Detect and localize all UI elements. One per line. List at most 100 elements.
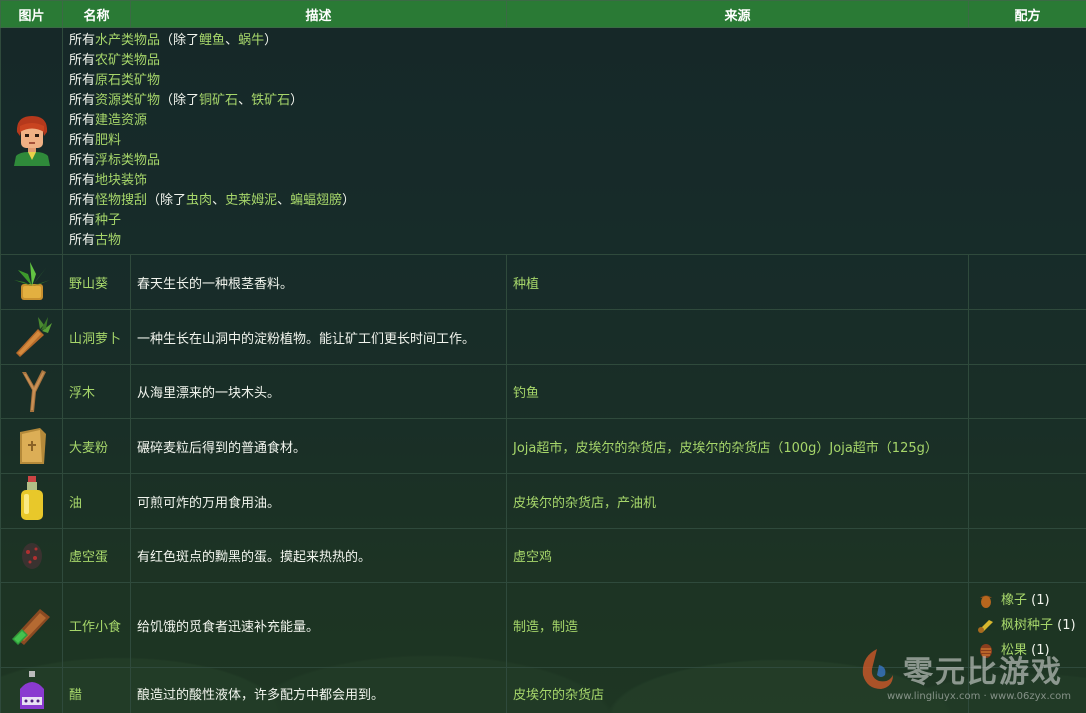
item-description: 一种生长在山洞中的淀粉植物。能让矿工们更长时间工作。 xyxy=(130,309,507,365)
item-image-cell xyxy=(0,528,63,583)
category-link[interactable]: 建造资源 xyxy=(95,113,147,128)
category-line: 所有水产类物品（除了鲤鱼、蜗牛） xyxy=(69,31,1080,51)
item-name[interactable]: 醋 xyxy=(62,667,131,713)
category-link[interactable]: 古物 xyxy=(95,233,121,248)
item-source[interactable]: 种植 xyxy=(506,254,969,310)
exception-link[interactable]: 蜗牛 xyxy=(238,33,264,48)
category-list-cell: 所有水产类物品（除了鲤鱼、蜗牛） 所有农矿类物品 所有原石类矿物 所有资源类矿物（除了… xyxy=(62,27,1086,255)
item-recipe xyxy=(968,667,1086,713)
item-image-cell xyxy=(0,473,63,529)
item-recipe xyxy=(968,418,1086,474)
header-name: 名称 xyxy=(62,0,131,28)
field-snack-icon xyxy=(11,609,50,645)
item-source[interactable]: 虚空鸡 xyxy=(506,528,969,583)
item-description: 有红色斑点的黝黑的蛋。摸起来热热的。 xyxy=(130,528,507,583)
category-line: 所有怪物搜刮（除了虫肉、史莱姆泥、蝙蝠翅膀） xyxy=(69,191,1080,211)
item-image-cell xyxy=(0,309,63,365)
item-description: 春天生长的一种根茎香料。 xyxy=(130,254,507,310)
pine-cone-icon xyxy=(980,644,992,658)
item-description: 碾碎麦粒后得到的普通食材。 xyxy=(130,418,507,474)
category-link[interactable]: 怪物搜刮 xyxy=(95,193,147,208)
item-name[interactable]: 工作小食 xyxy=(62,582,131,668)
vinegar-icon xyxy=(19,670,44,709)
header-recipe: 配方 xyxy=(968,0,1086,28)
oil-bottle-icon xyxy=(20,476,43,520)
item-image-cell xyxy=(0,582,63,668)
category-prefix: 所有 xyxy=(69,213,96,228)
item-table: 图片 名称 描述 来源 配方 所有水产类物品（除了鲤鱼、蜗牛） 所有农矿类物品 … xyxy=(0,0,1086,713)
category-link[interactable]: 水产类物品 xyxy=(95,33,160,48)
table-row: 所有水产类物品（除了鲤鱼、蜗牛） 所有农矿类物品 所有原石类矿物 所有资源类矿物（除了… xyxy=(0,27,1086,255)
item-image-cell xyxy=(0,364,63,419)
category-prefix: 所有 xyxy=(69,133,96,148)
table-row: 虚空蛋 有红色斑点的黝黑的蛋。摸起来热热的。 虚空鸡 xyxy=(0,528,1086,583)
recipe-ingredient[interactable]: 橡子 (1) xyxy=(977,588,1080,613)
exception-open: （除了 xyxy=(147,193,187,208)
item-name[interactable]: 虚空蛋 xyxy=(62,528,131,583)
item-image-cell xyxy=(0,418,63,474)
exception-link[interactable]: 铁矿石 xyxy=(251,93,290,108)
category-link[interactable]: 资源类矿物 xyxy=(95,93,160,108)
category-prefix: 所有 xyxy=(69,233,96,248)
ingredient-name: 枫树种子 xyxy=(1001,617,1054,633)
ingredient-qty: (1) xyxy=(1031,642,1050,658)
item-source[interactable]: 钓鱼 xyxy=(506,364,969,419)
table-row: 野山葵 春天生长的一种根茎香料。 种植 xyxy=(0,254,1086,310)
category-line: 所有种子 xyxy=(69,211,1080,231)
item-recipe xyxy=(968,473,1086,529)
item-name[interactable]: 大麦粉 xyxy=(62,418,131,474)
exception-link[interactable]: 虫肉 xyxy=(186,193,212,208)
exception-link[interactable]: 史莱姆泥 xyxy=(225,193,277,208)
ingredient-name: 橡子 xyxy=(1001,592,1028,608)
table-row: 山洞萝卜 一种生长在山洞中的淀粉植物。能让矿工们更长时间工作。 xyxy=(0,309,1086,365)
maple-seed-icon xyxy=(978,620,993,633)
category-link[interactable]: 肥料 xyxy=(95,133,121,148)
item-recipe xyxy=(968,309,1086,365)
item-source[interactable]: 制造，制造 xyxy=(506,582,969,668)
header-source: 来源 xyxy=(506,0,969,28)
category-prefix: 所有 xyxy=(69,73,96,88)
table-row: 浮木 从海里漂来的一块木头。 钓鱼 xyxy=(0,364,1086,419)
header-image: 图片 xyxy=(0,0,63,28)
item-source[interactable]: Joja超市，皮埃尔的杂货店，皮埃尔的杂货店（100g）Joja超市（125g） xyxy=(506,418,969,474)
page: 图片 名称 描述 来源 配方 所有水产类物品（除了鲤鱼、蜗牛） 所有农矿类物品 … xyxy=(0,0,1086,713)
cave-carrot-icon xyxy=(15,317,52,357)
category-link[interactable]: 种子 xyxy=(95,213,121,228)
item-name[interactable]: 浮木 xyxy=(62,364,131,419)
ingredient-qty: (1) xyxy=(1031,592,1050,608)
item-name[interactable]: 野山葵 xyxy=(62,254,131,310)
character-portrait-cell xyxy=(0,27,63,255)
list-separator: 、 xyxy=(238,93,252,108)
category-link[interactable]: 地块装饰 xyxy=(95,173,147,188)
item-source[interactable]: 皮埃尔的杂货店 xyxy=(506,667,969,713)
recipe-ingredient[interactable]: 枫树种子 (1) xyxy=(977,613,1080,638)
category-link[interactable]: 农矿类物品 xyxy=(95,53,160,68)
item-description: 给饥饿的觅食者迅速补充能量。 xyxy=(130,582,507,668)
table-header: 图片 名称 描述 来源 配方 xyxy=(0,0,1086,28)
table-row: 醋 酿造过的酸性液体，许多配方中都会用到。 皮埃尔的杂货店 xyxy=(0,667,1086,713)
item-source[interactable]: 皮埃尔的杂货店，产油机 xyxy=(506,473,969,529)
exception-close: ） xyxy=(264,33,278,48)
void-egg-icon xyxy=(21,542,42,569)
exception-link[interactable]: 铜矿石 xyxy=(199,93,238,108)
category-line: 所有古物 xyxy=(69,231,1080,251)
item-description: 酿造过的酸性液体，许多配方中都会用到。 xyxy=(130,667,507,713)
exception-link[interactable]: 鲤鱼 xyxy=(199,33,225,48)
category-prefix: 所有 xyxy=(69,193,96,208)
category-link[interactable]: 浮标类物品 xyxy=(95,153,160,168)
exception-close: ） xyxy=(290,93,304,108)
exception-close: ） xyxy=(342,193,356,208)
exception-link[interactable]: 蝙蝠翅膀 xyxy=(290,193,342,208)
item-name[interactable]: 山洞萝卜 xyxy=(62,309,131,365)
item-source[interactable] xyxy=(506,309,969,365)
item-description: 可煎可炸的万用食用油。 xyxy=(130,473,507,529)
recipe-ingredient[interactable]: 松果 (1) xyxy=(977,638,1080,663)
exception-open: （除了 xyxy=(160,93,200,108)
category-line: 所有地块装饰 xyxy=(69,171,1080,191)
item-name[interactable]: 油 xyxy=(62,473,131,529)
category-prefix: 所有 xyxy=(69,93,96,108)
category-link[interactable]: 原石类矿物 xyxy=(95,73,160,88)
category-line: 所有肥料 xyxy=(69,131,1080,151)
category-prefix: 所有 xyxy=(69,33,96,48)
list-separator: 、 xyxy=(212,193,226,208)
